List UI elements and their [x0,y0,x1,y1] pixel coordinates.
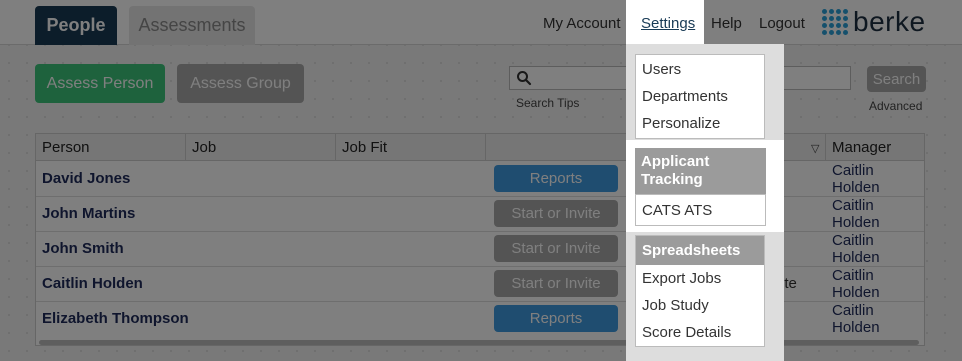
modal-overlay [0,0,962,361]
general-settings-group: Users Departments Personalize [635,54,765,139]
menu-item-personalize[interactable]: Personalize [636,110,764,137]
spreadsheets-group: Spreadsheets Export Jobs Job Study Score… [635,235,765,347]
menu-item-cats-ats[interactable]: CATS ATS [635,194,766,226]
spreadsheets-heading: Spreadsheets [636,236,764,265]
applicant-tracking-group: Applicant Tracking CATS ATS [635,148,766,226]
settings-label[interactable]: Settings [641,15,695,32]
settings-tab-highlighted[interactable]: Settings [626,0,704,44]
menu-item-users[interactable]: Users [636,56,764,83]
applicant-tracking-spotlight: Applicant Tracking CATS ATS [626,140,784,232]
menu-item-job-study[interactable]: Job Study [636,292,764,319]
applicant-tracking-heading: Applicant Tracking [635,148,766,194]
menu-item-export-jobs[interactable]: Export Jobs [636,265,764,292]
menu-item-score-details[interactable]: Score Details [636,319,764,346]
menu-item-departments[interactable]: Departments [636,83,764,110]
